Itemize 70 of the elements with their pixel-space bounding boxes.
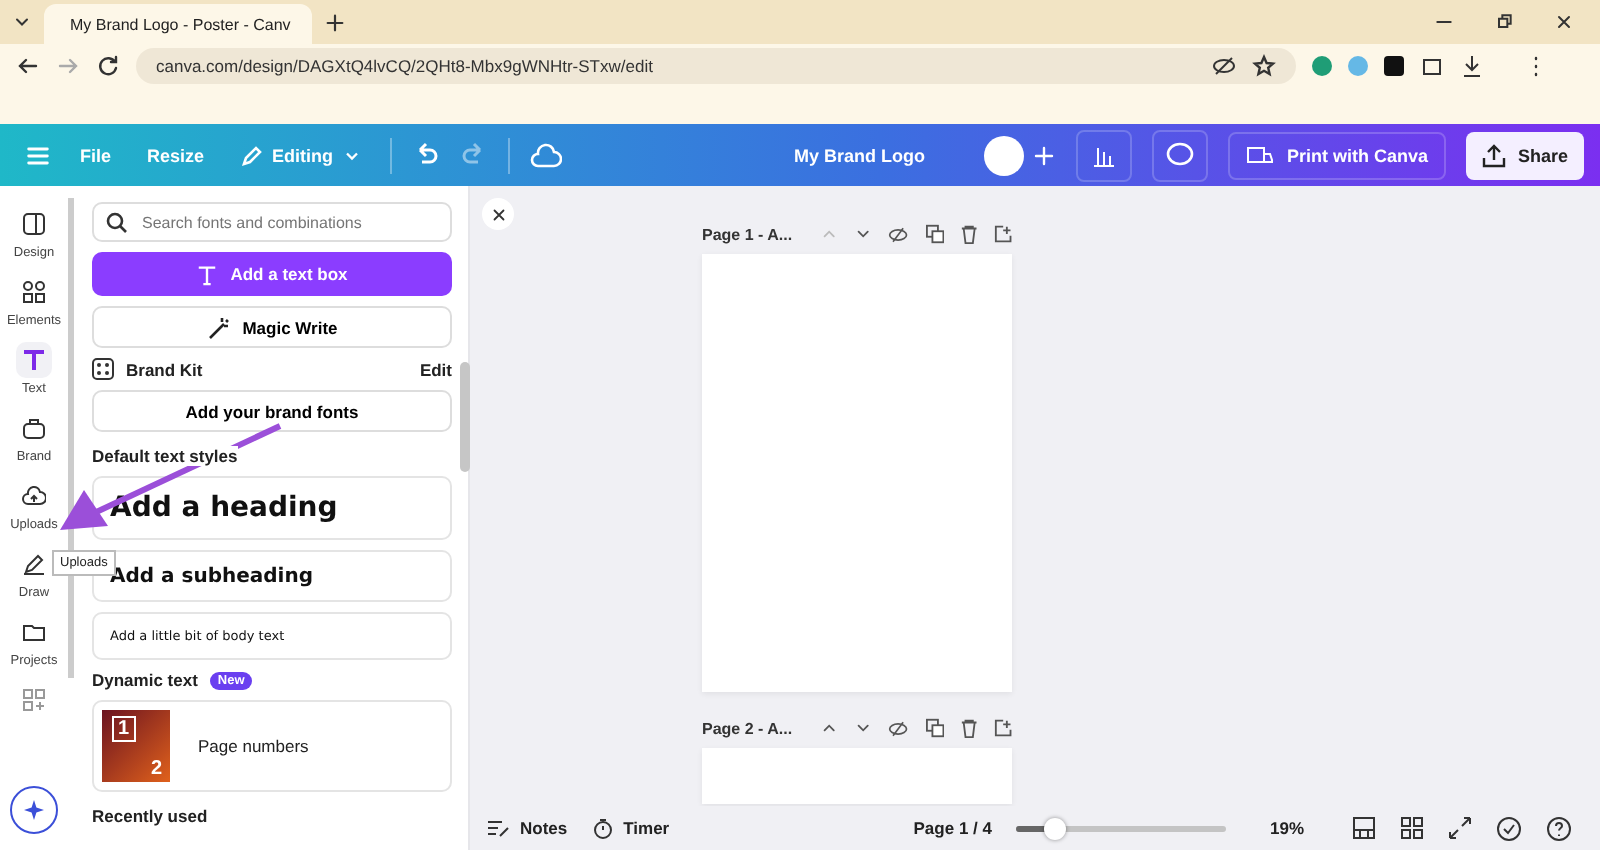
edit-link[interactable]: Edit bbox=[419, 359, 452, 379]
close-icon[interactable] bbox=[1554, 12, 1574, 32]
page-label[interactable]: Page 1 - A... bbox=[702, 225, 793, 243]
page-count[interactable]: Page 1 / 4 bbox=[913, 818, 992, 838]
grid-icon[interactable] bbox=[1400, 816, 1424, 840]
copy-icon[interactable] bbox=[925, 224, 944, 244]
tab-title: My Brand Logo - Poster - Canv bbox=[70, 15, 291, 33]
folder-icon bbox=[21, 620, 46, 644]
truck-icon bbox=[1246, 143, 1275, 167]
eye-slash-icon[interactable] bbox=[888, 717, 909, 739]
magic-wand-icon bbox=[206, 315, 231, 339]
page-view-icon[interactable] bbox=[1352, 816, 1376, 840]
trash-icon[interactable] bbox=[959, 718, 978, 738]
sparkle-icon bbox=[22, 798, 46, 822]
briefcase-icon bbox=[22, 416, 46, 440]
download-icon[interactable] bbox=[1460, 54, 1484, 78]
add-icon[interactable] bbox=[1032, 143, 1057, 167]
page-numbers-card[interactable]: 1 2 Page numbers bbox=[92, 700, 452, 792]
restore-icon[interactable] bbox=[1494, 12, 1514, 32]
section-heading: Default text styles bbox=[92, 446, 238, 466]
page-numbers-thumbnail: 1 2 bbox=[102, 710, 170, 782]
layout-icon bbox=[21, 212, 46, 236]
check-circle-icon[interactable] bbox=[1496, 815, 1522, 841]
stopwatch-icon bbox=[591, 817, 614, 839]
add-brand-fonts-button[interactable]: Add your brand fonts bbox=[92, 390, 452, 432]
add-text-box-button[interactable]: Add a text box bbox=[92, 252, 452, 296]
add-page-icon[interactable] bbox=[993, 224, 1013, 244]
star-icon[interactable] bbox=[1252, 54, 1276, 78]
notes-icon bbox=[486, 818, 510, 838]
copy-icon[interactable] bbox=[925, 718, 944, 738]
avatar[interactable] bbox=[984, 135, 1025, 175]
eye-slash-icon[interactable] bbox=[888, 223, 909, 245]
brand-kit-label: Brand Kit bbox=[126, 359, 203, 379]
pencil-icon bbox=[240, 143, 265, 167]
brand-kit-icon bbox=[92, 358, 114, 380]
comment-icon[interactable] bbox=[1152, 129, 1209, 181]
cloud-check-icon[interactable] bbox=[529, 141, 562, 169]
address-bar[interactable]: canva.com/design/DAGXtQ4lvCQ/2QHt8-Mbx9gWNHtr-STxw/edit bbox=[136, 48, 1296, 84]
timer-button[interactable]: Timer bbox=[591, 817, 670, 839]
magic-button[interactable] bbox=[10, 786, 58, 834]
page-label[interactable]: Page 2 - A... bbox=[702, 719, 793, 737]
reload-icon[interactable] bbox=[96, 54, 120, 78]
fullscreen-icon[interactable] bbox=[1448, 816, 1472, 840]
close-icon[interactable] bbox=[489, 205, 507, 223]
help-icon[interactable] bbox=[1546, 815, 1572, 841]
cloud-upload-icon bbox=[21, 484, 46, 508]
section-heading: Recently used bbox=[92, 806, 210, 826]
search-field[interactable]: Search fonts and combinations bbox=[92, 202, 452, 242]
print-button[interactable]: Print with Canva bbox=[1228, 131, 1446, 179]
pen-icon bbox=[22, 552, 46, 576]
new-tab-icon[interactable] bbox=[324, 11, 346, 33]
eye-slash-icon[interactable] bbox=[1212, 54, 1236, 78]
url-text: canva.com/design/DAGXtQ4lvCQ/2QHt8-Mbx9gWNHtr-STxw/edit bbox=[156, 56, 653, 76]
trash-icon[interactable] bbox=[959, 224, 978, 244]
shapes-icon bbox=[21, 280, 46, 304]
share-icon bbox=[1481, 143, 1506, 167]
back-icon[interactable] bbox=[16, 54, 40, 78]
browser-tab[interactable]: My Brand Logo - Poster - Canv bbox=[44, 4, 312, 44]
add-page-icon[interactable] bbox=[993, 718, 1013, 738]
section-heading: Dynamic text bbox=[92, 670, 198, 690]
text-icon bbox=[196, 263, 219, 285]
text-icon bbox=[22, 348, 46, 372]
design-title[interactable]: My Brand Logo bbox=[793, 145, 925, 165]
search-icon bbox=[106, 211, 128, 233]
magic-write-button[interactable]: Magic Write bbox=[92, 306, 452, 348]
share-button[interactable]: Share bbox=[1465, 131, 1584, 179]
chart-icon[interactable] bbox=[1076, 129, 1133, 181]
apps-icon bbox=[22, 688, 46, 712]
notes-button[interactable]: Notes bbox=[486, 818, 568, 838]
zoom-reading[interactable]: 19% bbox=[1269, 818, 1304, 838]
